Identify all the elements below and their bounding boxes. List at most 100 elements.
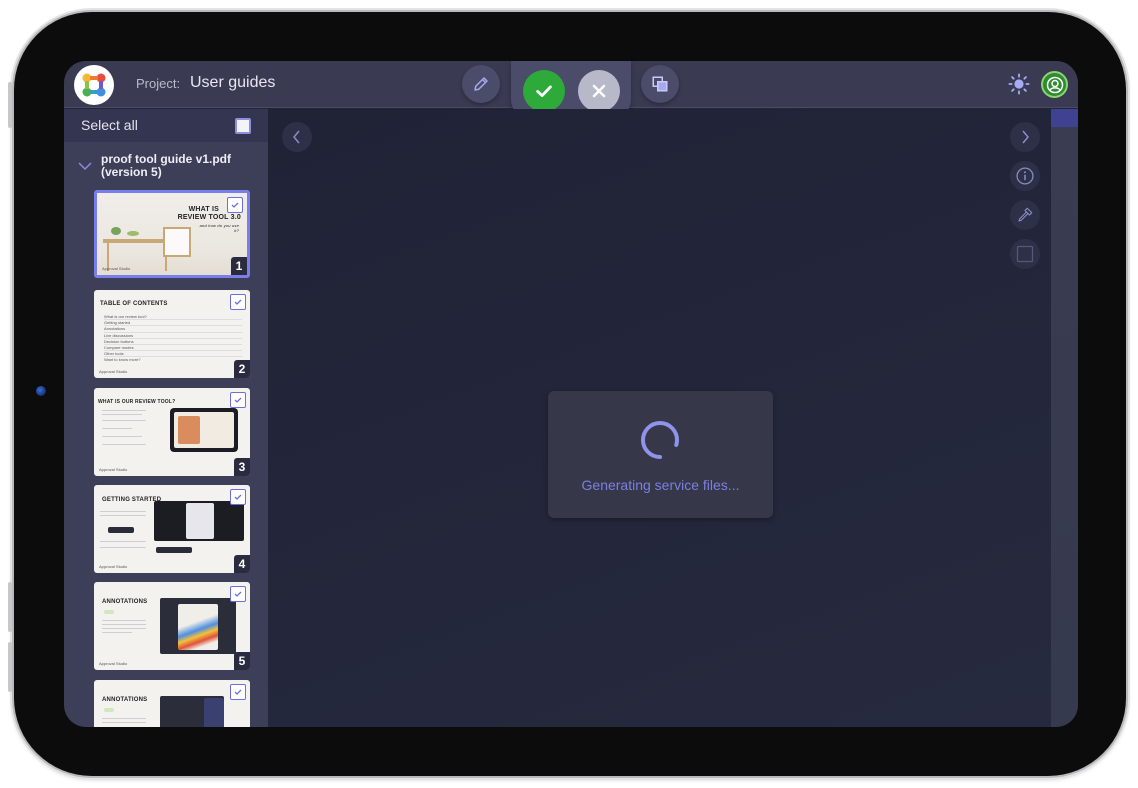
- thumbnail-title: ANNOTATIONS: [102, 697, 148, 703]
- toc-list: What is our review tool? Getting started…: [104, 314, 242, 363]
- text-line: [102, 436, 142, 437]
- thumbnail-title: WHAT IS OUR REVIEW TOOL?: [98, 399, 176, 405]
- app-logo[interactable]: [74, 65, 114, 105]
- theme-toggle[interactable]: [1008, 73, 1030, 95]
- camera: [36, 386, 46, 396]
- edit-button[interactable]: [462, 65, 500, 103]
- text-line: [102, 718, 146, 719]
- select-all-label: Select all: [81, 117, 138, 133]
- text-line: [102, 632, 132, 633]
- poster-image: [186, 503, 214, 539]
- file-header[interactable]: proof tool guide v1.pdf (version 5): [101, 153, 231, 179]
- check-icon: [234, 494, 242, 500]
- page-thumbnail[interactable]: WHAT IS REVIEW TOOL 3.0 and how do you u…: [94, 190, 250, 278]
- text-line: [100, 511, 146, 512]
- text-line: [102, 624, 146, 625]
- check-icon: [234, 689, 242, 695]
- thumbnail-footer: Approval Studio: [99, 369, 128, 374]
- label-chip: [104, 610, 114, 614]
- thumbnail-footer: Approval Studio: [102, 266, 131, 271]
- page-number: 4: [234, 555, 250, 573]
- user-avatar-icon: [1046, 76, 1063, 93]
- info-button[interactable]: [1010, 161, 1040, 191]
- poster-image: [178, 604, 218, 650]
- volume-button: [8, 582, 12, 632]
- page-number: 5: [234, 652, 250, 670]
- thumbnail-title: REVIEW TOOL 3.0: [177, 214, 241, 221]
- text-line: [102, 620, 146, 621]
- user-avatar[interactable]: [1041, 71, 1068, 98]
- check-icon: [234, 397, 242, 403]
- label-chip: [104, 708, 114, 712]
- file-version: (version 5): [101, 165, 162, 179]
- artwork: [178, 416, 200, 444]
- text-line: [102, 628, 146, 629]
- thumbnail-footer: Approval Studio: [99, 564, 128, 569]
- page-checkbox[interactable]: [230, 586, 246, 602]
- check-icon: [231, 202, 239, 208]
- page-checkbox[interactable]: [230, 392, 246, 408]
- desk-shape: [103, 239, 171, 243]
- thumbnail-title: WHAT IS: [188, 206, 219, 213]
- reject-button[interactable]: [578, 70, 620, 112]
- thumbnail-title: GETTING STARTED: [102, 497, 162, 503]
- thumbnail-subtitle: and how do you use it?: [199, 223, 239, 233]
- loading-dialog: Generating service files...: [548, 391, 773, 518]
- next-page-button[interactable]: [1010, 122, 1040, 152]
- project-label: Project:: [136, 76, 181, 91]
- check-icon: [234, 299, 242, 305]
- page-number: 2: [234, 360, 250, 378]
- approve-button[interactable]: [523, 70, 565, 112]
- loading-message: Generating service files...: [581, 477, 740, 493]
- project-name[interactable]: User guides: [190, 74, 275, 92]
- page-thumbnail[interactable]: TABLE OF CONTENTS What is our review too…: [94, 290, 250, 378]
- check-icon: [234, 591, 242, 597]
- page-thumbnail[interactable]: ANNOTATIONS: [94, 680, 250, 727]
- page-number: 3: [234, 458, 250, 476]
- select-all-row: Select all: [64, 109, 268, 142]
- compare-layers-icon: [652, 76, 668, 92]
- page-thumbnail[interactable]: GETTING STARTED Approval Studio 4: [94, 485, 250, 573]
- logo-icon: [82, 73, 106, 97]
- side-panel-collapsed[interactable]: [1051, 109, 1078, 727]
- side-button: [8, 82, 12, 128]
- text-line: [102, 428, 132, 429]
- color-picker-button[interactable]: [1010, 200, 1040, 230]
- text-line: [102, 722, 146, 723]
- text-line: [102, 444, 146, 445]
- page-thumbnail[interactable]: ANNOTATIONS Approval Studio 5: [94, 582, 250, 670]
- text-line: [100, 547, 146, 548]
- app-screen: Project: User guides Select all proof to…: [64, 61, 1078, 727]
- pencil-icon: [474, 77, 488, 91]
- chevron-left-icon: [293, 130, 300, 144]
- page-checkbox[interactable]: [230, 489, 246, 505]
- page-number: 1: [231, 257, 247, 275]
- plant-shape: [111, 227, 121, 235]
- app-panel: [204, 698, 224, 727]
- page-checkbox[interactable]: [230, 684, 246, 700]
- loading-spinner-icon: [641, 421, 679, 459]
- chevron-right-icon: [1022, 130, 1029, 144]
- info-icon: [1016, 167, 1034, 185]
- toc-item: Want to know more?: [104, 357, 141, 363]
- area-select-button[interactable]: [1010, 239, 1040, 269]
- page-sidebar: Select all proof tool guide v1.pdf (vers…: [64, 109, 268, 727]
- side-panel-header: [1051, 109, 1078, 127]
- close-icon: [592, 84, 606, 98]
- page-thumbnail[interactable]: WHAT IS OUR REVIEW TOOL? Approval Studio…: [94, 388, 250, 476]
- previous-page-button[interactable]: [282, 122, 312, 152]
- sun-icon: [1008, 73, 1030, 95]
- toolbar-image: [108, 527, 134, 533]
- thumbnail-title: TABLE OF CONTENTS: [100, 301, 168, 307]
- check-icon: [536, 85, 552, 97]
- document-viewer: Generating service files...: [268, 109, 1051, 727]
- eyedropper-icon: [1018, 207, 1033, 222]
- toolbar-image: [156, 547, 192, 553]
- text-line: [102, 410, 146, 411]
- page-checkbox[interactable]: [230, 294, 246, 310]
- plant-shape: [127, 231, 139, 236]
- chevron-down-icon[interactable]: [78, 161, 92, 171]
- compare-button[interactable]: [641, 65, 679, 103]
- page-checkbox[interactable]: [227, 197, 243, 213]
- select-all-checkbox[interactable]: [235, 118, 251, 134]
